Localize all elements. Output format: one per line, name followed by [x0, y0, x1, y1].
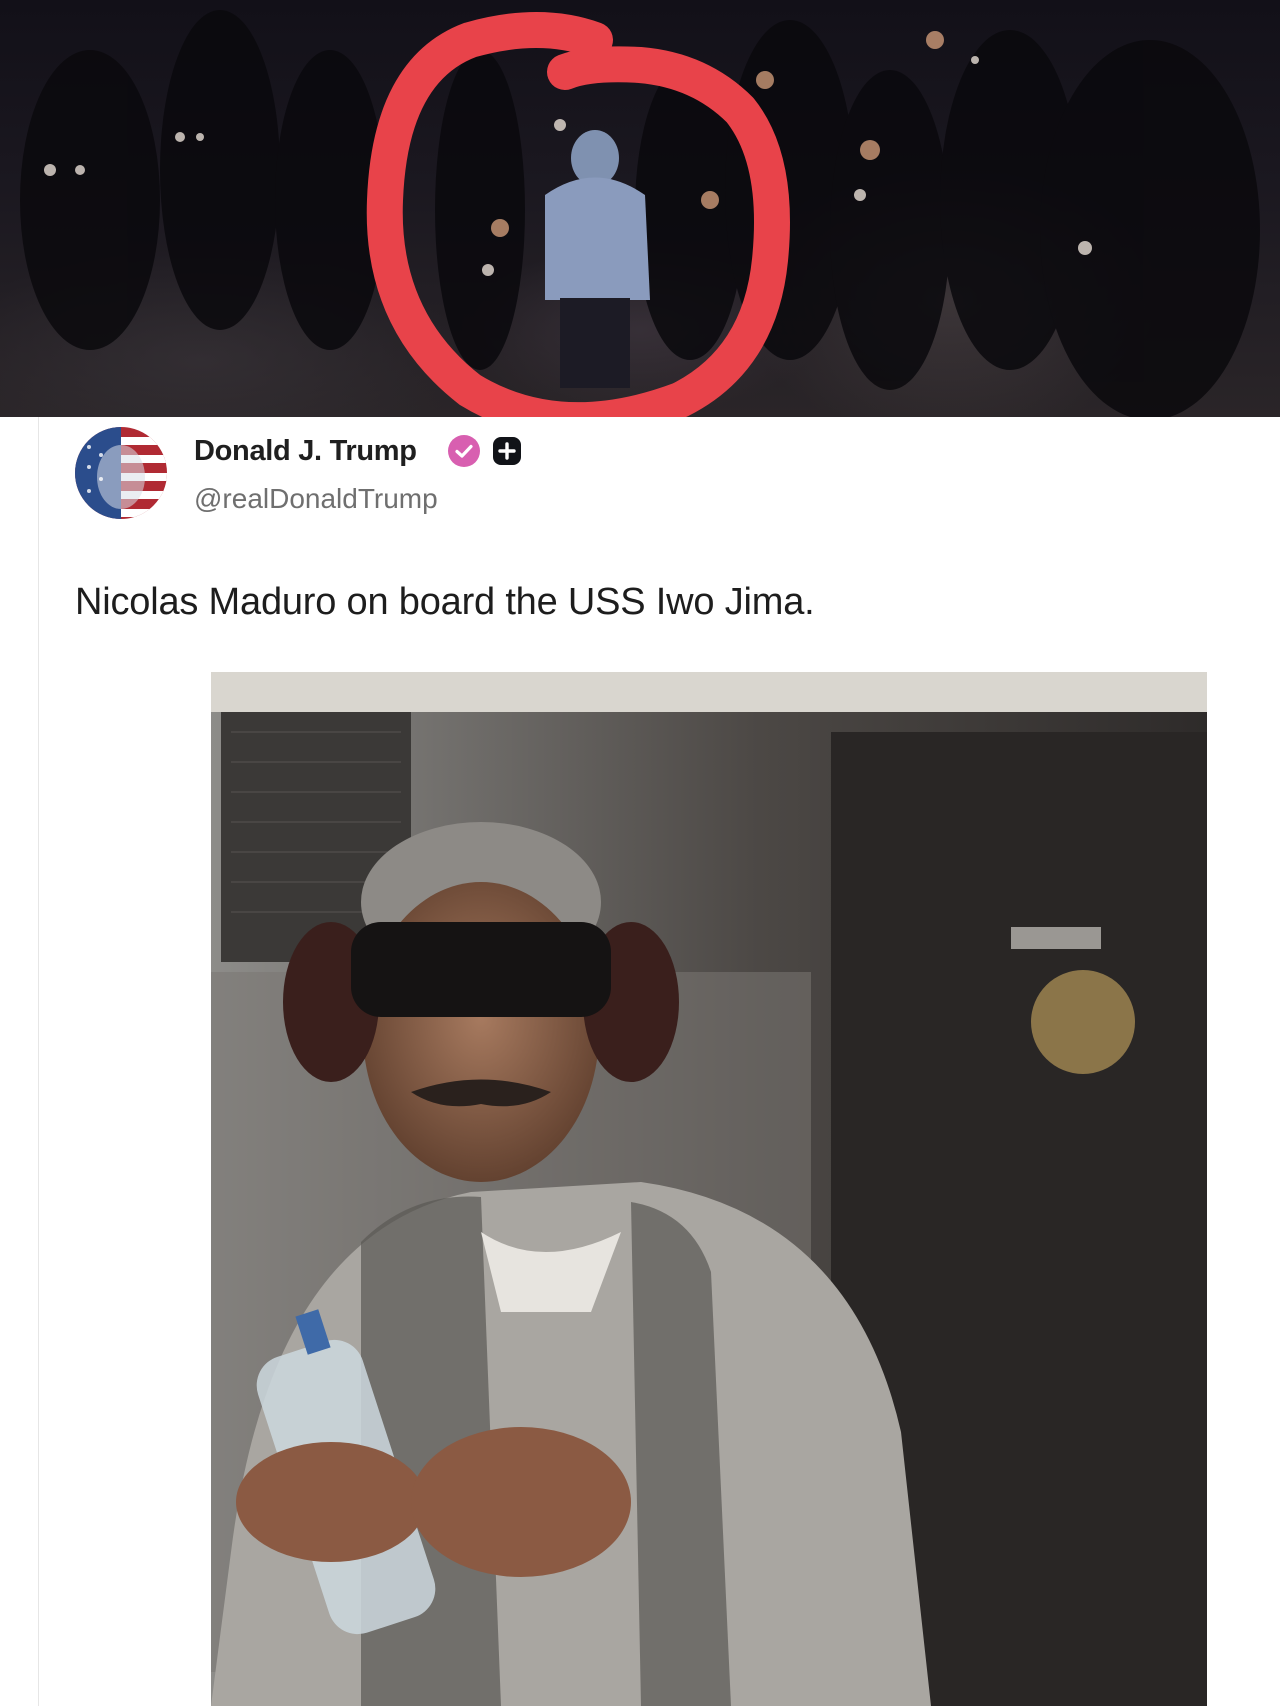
author-name[interactable]: Donald J. Trump — [194, 435, 417, 468]
plus-badge-icon — [493, 437, 521, 465]
author-avatar[interactable] — [75, 427, 167, 519]
verified-badge-icon — [448, 435, 480, 467]
author-handle[interactable]: @realDonaldTrump — [194, 483, 438, 515]
crowd-photo — [0, 0, 1280, 417]
post-text: Nicolas Maduro on board the USS Iwo Jima… — [75, 581, 815, 623]
post-image[interactable] — [211, 672, 1207, 1706]
post-card: Donald J. Trump @realDonaldTrump Nicolas… — [38, 417, 1280, 1706]
